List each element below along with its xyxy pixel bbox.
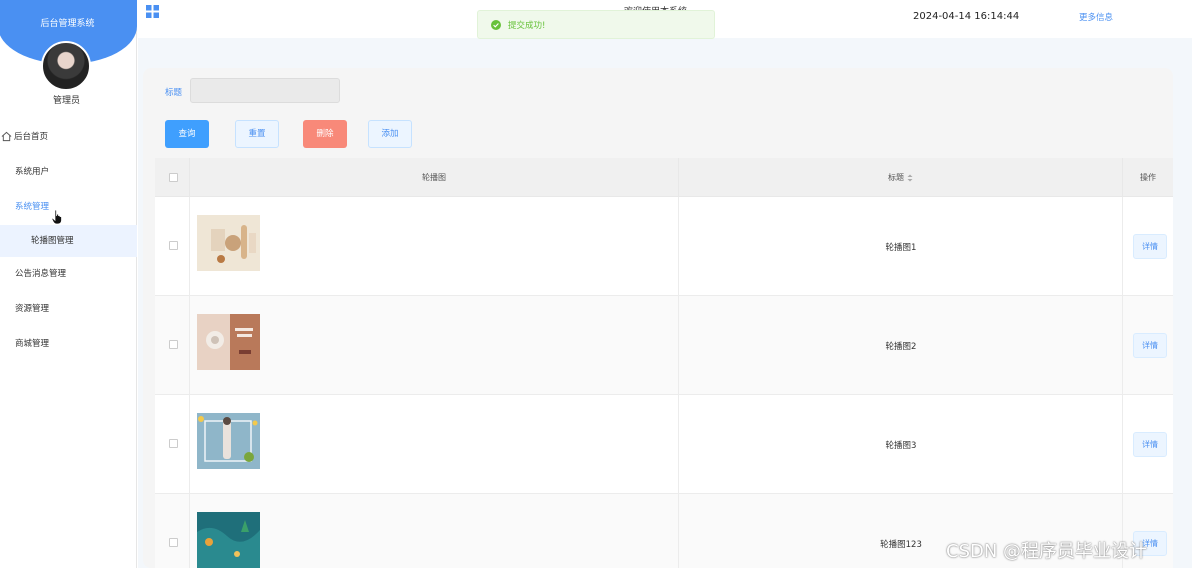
row-title: 轮播图3 bbox=[885, 441, 917, 451]
sidebar-item-resource-management[interactable]: 资源管理 bbox=[0, 292, 137, 327]
row-title-cell: 轮播图1 bbox=[678, 197, 1122, 296]
sidebar-item-home[interactable]: 后台首页 bbox=[0, 120, 137, 155]
row-actions-cell: 详情 bbox=[1122, 197, 1173, 296]
sidebar-item-label: 资源管理 bbox=[15, 304, 50, 314]
row-image-cell bbox=[189, 395, 678, 494]
sidebar-item-label: 后台首页 bbox=[14, 132, 49, 142]
reset-button[interactable]: 重置 bbox=[235, 120, 279, 148]
row-image-cell bbox=[189, 197, 678, 296]
check-circle-icon bbox=[491, 20, 501, 30]
home-icon bbox=[1, 131, 12, 142]
row-image-cell bbox=[189, 296, 678, 395]
sidebar: 后台管理系统 管理员 后台首页 系统用户 系统管理 轮播图管理 公告消息管理 资… bbox=[0, 0, 137, 568]
user-role-label: 管理员 bbox=[52, 96, 80, 106]
row-checkbox[interactable] bbox=[169, 340, 178, 349]
sidebar-item-system-management[interactable]: 系统管理 bbox=[0, 190, 137, 225]
carousel-thumbnail[interactable] bbox=[197, 215, 260, 271]
row-actions-cell: 详情 bbox=[1122, 395, 1173, 494]
detail-button[interactable]: 详情 bbox=[1133, 432, 1167, 457]
detail-button[interactable]: 详情 bbox=[1133, 333, 1167, 358]
add-button[interactable]: 添加 bbox=[368, 120, 412, 148]
sidebar-item-announcement-management[interactable]: 公告消息管理 bbox=[0, 257, 137, 292]
carousel-thumbnail[interactable] bbox=[197, 314, 260, 370]
row-image-cell bbox=[189, 494, 678, 568]
column-header-image: 轮播图 bbox=[189, 158, 678, 197]
sidebar-item-label: 轮播图管理 bbox=[31, 236, 74, 246]
row-title: 轮播图2 bbox=[885, 342, 917, 352]
row-checkbox-cell bbox=[155, 197, 189, 296]
row-title-cell: 轮播图2 bbox=[678, 296, 1122, 395]
success-toast: 提交成功! bbox=[477, 10, 715, 39]
avatar[interactable] bbox=[41, 41, 91, 91]
row-checkbox-cell bbox=[155, 395, 189, 494]
sidebar-item-label: 公告消息管理 bbox=[15, 269, 67, 279]
search-title-label: 标题 bbox=[165, 88, 183, 98]
more-info-link[interactable]: 更多信息 bbox=[1079, 11, 1113, 23]
sidebar-item-mall-management[interactable]: 商城管理 bbox=[0, 327, 137, 362]
grid-menu-icon[interactable] bbox=[146, 5, 159, 18]
row-title-cell: 轮播图3 bbox=[678, 395, 1122, 494]
carousel-table: 轮播图 标题 操作 轮播图1 详情 轮播图2 详情 轮播图3 详情 轮播图123… bbox=[155, 158, 1173, 568]
row-checkbox-cell bbox=[155, 494, 189, 568]
row-checkbox[interactable] bbox=[169, 538, 178, 547]
row-checkbox-cell bbox=[155, 296, 189, 395]
current-datetime: 2024-04-14 16:14:44 bbox=[913, 11, 1020, 22]
sidebar-item-system-users[interactable]: 系统用户 bbox=[0, 155, 137, 190]
sidebar-menu: 后台首页 系统用户 系统管理 轮播图管理 公告消息管理 资源管理 商城管理 bbox=[0, 120, 137, 362]
column-header-title-label: 标题 bbox=[888, 173, 904, 182]
sort-icon[interactable] bbox=[907, 174, 913, 182]
row-title: 轮播图1 bbox=[885, 243, 917, 253]
query-button[interactable]: 查询 bbox=[165, 120, 209, 148]
table-header: 轮播图 标题 操作 bbox=[155, 158, 1173, 197]
sidebar-item-label: 系统用户 bbox=[15, 167, 50, 177]
brand-title: 后台管理系统 bbox=[40, 19, 95, 29]
toast-message: 提交成功! bbox=[508, 21, 546, 31]
row-checkbox[interactable] bbox=[169, 439, 178, 448]
detail-button[interactable]: 详情 bbox=[1133, 234, 1167, 259]
sidebar-item-carousel-management[interactable]: 轮播图管理 bbox=[0, 225, 137, 257]
row-actions-cell: 详情 bbox=[1122, 296, 1173, 395]
header-checkbox-cell bbox=[155, 158, 189, 197]
select-all-checkbox[interactable] bbox=[169, 173, 178, 182]
sidebar-item-label: 系统管理 bbox=[15, 202, 50, 212]
delete-button[interactable]: 删除 bbox=[303, 120, 347, 148]
table-row: 轮播图1 详情 bbox=[155, 197, 1173, 296]
column-header-title[interactable]: 标题 bbox=[678, 158, 1122, 197]
table-row: 轮播图2 详情 bbox=[155, 296, 1173, 395]
watermark: CSDN @程序员毕业设计 bbox=[946, 541, 1148, 562]
sidebar-item-label: 商城管理 bbox=[15, 339, 50, 349]
column-header-actions: 操作 bbox=[1122, 158, 1173, 197]
table-row: 轮播图3 详情 bbox=[155, 395, 1173, 494]
carousel-thumbnail[interactable] bbox=[197, 413, 260, 469]
carousel-thumbnail[interactable] bbox=[197, 512, 260, 568]
row-checkbox[interactable] bbox=[169, 241, 178, 250]
search-title-input[interactable] bbox=[190, 78, 340, 103]
hand-pointer-icon bbox=[51, 209, 62, 225]
